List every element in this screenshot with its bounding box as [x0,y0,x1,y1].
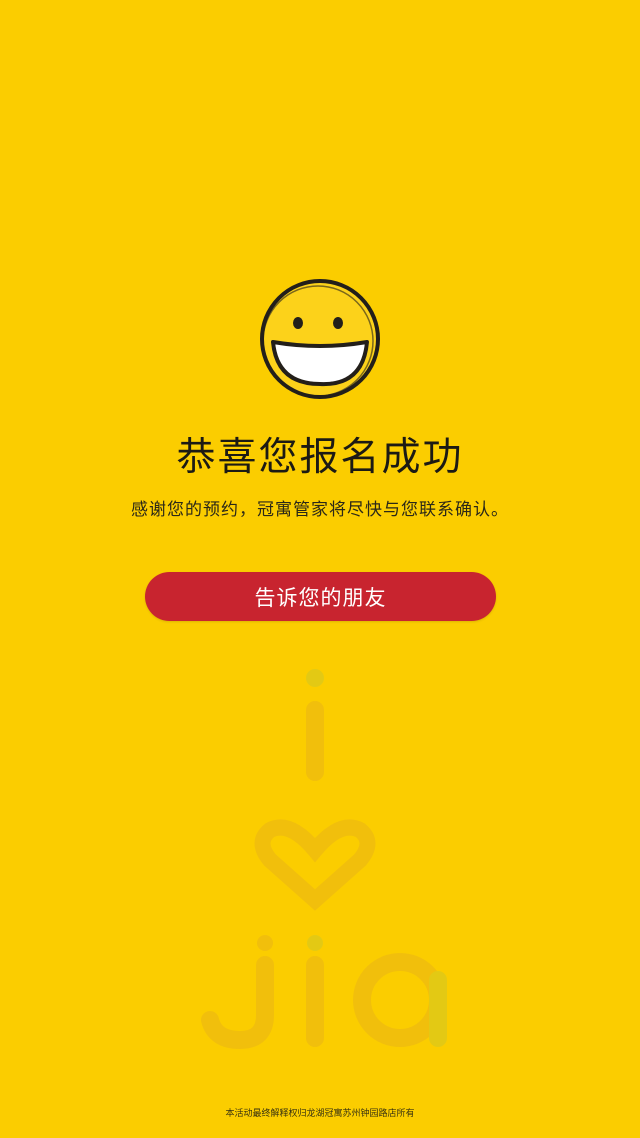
i-love-jia-watermark-logo [201,669,447,1050]
success-title: 恭喜您报名成功 [176,435,464,480]
footer-disclaimer: 本活动最终解释权归龙湖冠寓苏州钟园路店所有 [225,1109,415,1119]
smiley-face-icon [260,279,380,399]
success-message: 感谢您的预约，冠寓管家将尽快与您联系确认。 [131,500,509,520]
tell-friends-button[interactable]: 告诉您的朋友 [145,572,496,621]
success-screen: 恭喜您报名成功 感谢您的预约，冠寓管家将尽快与您联系确认。 告诉您的朋友 本活动… [0,0,640,1138]
